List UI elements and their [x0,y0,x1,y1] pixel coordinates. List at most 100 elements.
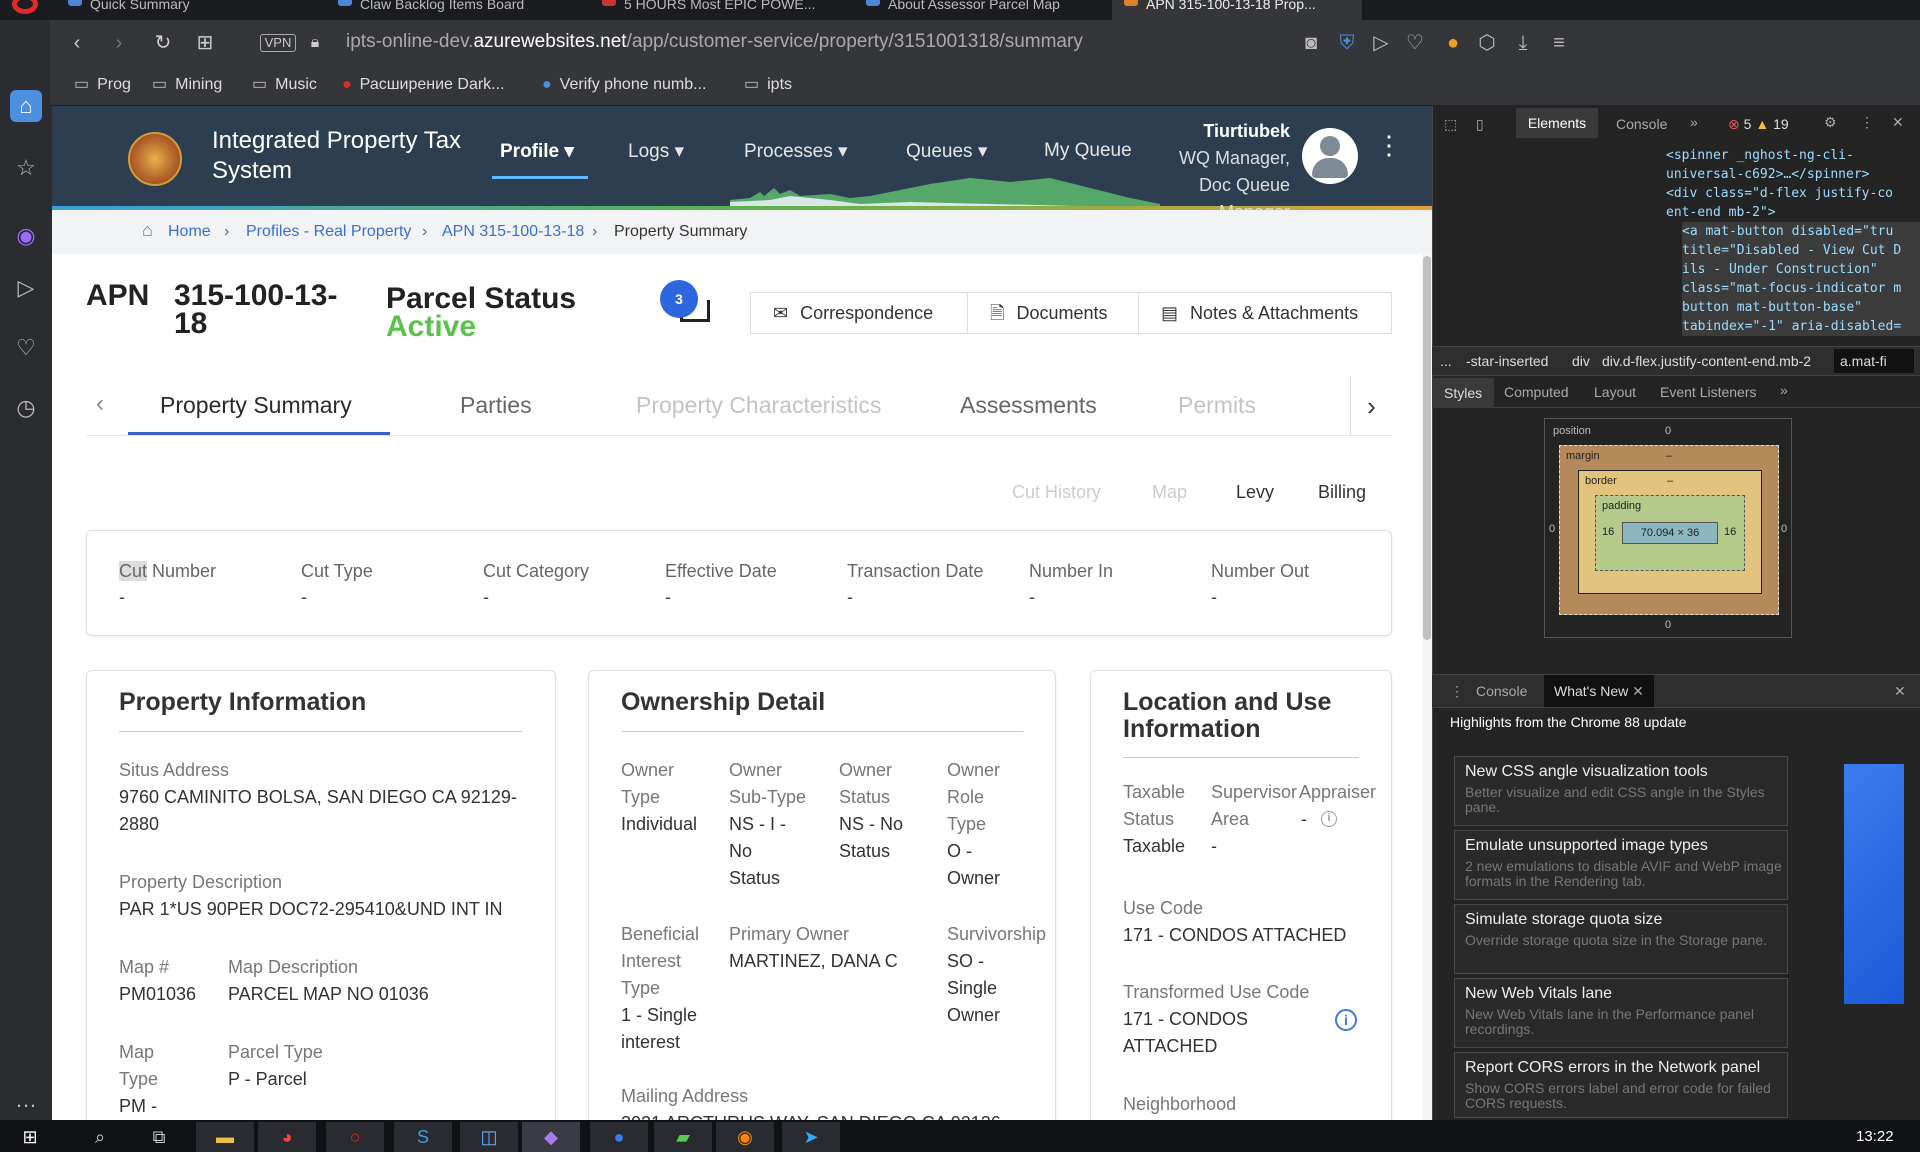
path-item[interactable]: ... [1440,353,1452,369]
drawer-menu-icon[interactable]: ⋮ [1450,683,1464,700]
chrome-icon[interactable]: ◕ [258,1122,316,1152]
star-icon[interactable]: ☆ [10,152,42,184]
path-item[interactable]: div [1572,353,1590,369]
chevron-right-icon[interactable]: › [1350,376,1392,436]
app-icon[interactable]: ▰ [654,1122,712,1152]
code-line-selected[interactable]: <a mat-button disabled="tru [1682,222,1920,241]
device-toggle-icon[interactable]: ▯ [1476,116,1484,133]
code-line-selected[interactable]: tabindex="-1" aria-disabled= [1682,317,1920,336]
vpn-badge[interactable]: VPN [260,34,296,52]
bookmark-folder[interactable]: ▭ Mining [152,72,222,98]
more-vert-icon[interactable]: ⋮ [1376,132,1402,170]
code-line[interactable]: <spinner _nghost-ng-cli- [1666,146,1854,165]
app-icon[interactable]: ● [590,1122,648,1152]
settings-gear-icon[interactable]: ⚙ [1824,114,1837,131]
subtab-billing[interactable]: Billing [1318,482,1366,503]
bookmark-folder[interactable]: ▭ Music [252,72,317,98]
app-icon[interactable]: ◫ [460,1122,518,1152]
whats-new-item[interactable]: Report CORS errors in the Network panel S… [1454,1052,1788,1118]
path-item[interactable]: div.d-flex.justify-content-end.mb-2 [1602,353,1811,369]
more-icon[interactable]: … [10,1084,42,1116]
code-line[interactable]: universal-c692>…</spinner> [1666,165,1870,184]
tab-parties[interactable]: Parties [460,392,532,419]
inspect-icon[interactable]: ⬚ [1444,116,1457,133]
correspondence-button[interactable]: ✉ Correspondence [750,292,968,334]
menu-logs[interactable]: Logs ▾ [628,140,684,163]
menu-processes[interactable]: Processes ▾ [744,140,848,163]
info-icon[interactable]: i [1335,1009,1357,1031]
browser-tab[interactable]: About Assessor Parcel Map [854,0,1104,20]
computed-tab[interactable]: Computed [1504,384,1569,400]
error-count[interactable]: ⊗ 5 ▲ 19 [1728,116,1789,133]
bookmark-folder[interactable]: ▭ ipts [744,72,792,98]
browser-tab[interactable]: Claw Backlog Items Board [326,0,576,20]
heart-icon[interactable]: ♡ [10,332,42,364]
more-tabs-icon[interactable]: » [1690,114,1698,130]
close-icon[interactable]: ✕ [1632,683,1644,699]
subtab-levy[interactable]: Levy [1236,482,1274,503]
page-scrollbar-thumb[interactable] [1423,256,1431,640]
breadcrumb-home[interactable]: Home [168,223,211,241]
heart-icon[interactable]: ♡ [1402,30,1428,56]
whats-new-item[interactable]: New Web Vitals lane New Web Vitals lane i… [1454,978,1788,1048]
whats-new-item[interactable]: Emulate unsupported image types 2 new emu… [1454,830,1788,900]
more-tabs-icon[interactable]: » [1780,382,1788,398]
layout-tab[interactable]: Layout [1594,384,1636,400]
menu-profile[interactable]: Profile ▾ [500,140,574,163]
history-icon[interactable]: ◷ [10,392,42,424]
url-text[interactable]: ipts-online-dev.azurewebsites.net/app/cu… [346,28,1083,56]
border-box[interactable]: border – padding 16 16 70.094 × 36 [1578,470,1762,594]
browser-tab[interactable]: Quick Summary [56,0,276,20]
avatar[interactable] [1302,128,1358,184]
player-icon[interactable]: ▷ [10,272,42,304]
content-size[interactable]: 70.094 × 36 [1622,522,1718,544]
devtools-tab-elements[interactable]: Elements [1516,108,1598,138]
code-line-selected[interactable]: button mat-button-base" [1682,298,1920,317]
subtab-map[interactable]: Map [1152,482,1187,503]
file-explorer-icon[interactable]: ▬ [196,1122,254,1152]
code-line[interactable]: <div class="d-flex justify-co [1666,184,1893,203]
padding-box[interactable]: padding 16 16 70.094 × 36 [1595,495,1745,571]
devtools-menu-icon[interactable]: ⋮ [1860,114,1874,131]
shield-icon[interactable]: ⛨ [1334,30,1360,56]
browser-tab-active[interactable]: APN 315-100-13-18 Prop... [1112,0,1362,20]
bookmark-link[interactable]: ● Verify phone numb... [542,72,706,98]
app-icon[interactable]: ◉ [716,1122,774,1152]
menu-queues[interactable]: Queues ▾ [906,140,987,163]
bookmark-link[interactable]: ● Расширение Dark... [342,72,505,98]
breadcrumb-apn[interactable]: APN 315-100-13-18 [442,223,584,241]
menu-my-queue[interactable]: My Queue [1044,140,1132,162]
code-line[interactable]: ent-end mb-2"> [1666,203,1776,222]
notes-attachments-button[interactable]: ▤ Notes & Attachments [1138,292,1392,334]
tab-permits[interactable]: Permits [1178,392,1256,419]
send-icon[interactable]: ▷ [1368,30,1394,56]
whats-new-item[interactable]: New CSS angle visualization tools Better … [1454,756,1788,826]
tab-property-summary[interactable]: Property Summary [160,392,352,419]
task-view-icon[interactable]: ⧉ [134,1122,184,1152]
styles-tab[interactable]: Styles [1432,378,1495,408]
info-icon[interactable]: i [1321,811,1337,827]
path-item[interactable]: -star-inserted [1466,353,1548,369]
reload-icon[interactable]: ↻ [150,30,176,56]
close-icon[interactable]: ✕ [1892,114,1904,131]
subtab-cut-history[interactable]: Cut History [1012,482,1101,503]
bulb-icon[interactable]: ● [1440,30,1466,56]
grid-icon[interactable]: ⊞ [192,30,218,56]
code-line-selected[interactable]: class="mat-focus-indicator m [1682,279,1920,298]
cube-icon[interactable]: ⬡ [1474,30,1500,56]
close-drawer-icon[interactable]: ✕ [1894,683,1906,700]
event-listeners-tab[interactable]: Event Listeners [1660,384,1757,400]
bookmark-folder[interactable]: ▭ Prog [74,72,131,98]
skype-icon[interactable]: S [394,1122,452,1152]
forward-icon[interactable]: › [106,30,132,56]
back-icon[interactable]: ‹ [64,30,90,56]
tab-property-characteristics[interactable]: Property Characteristics [636,392,881,419]
tab-assessments[interactable]: Assessments [960,392,1097,419]
opera-icon[interactable]: ○ [326,1122,384,1152]
browser-tab[interactable]: 5 HOURS Most EPIC POWE... [590,0,840,20]
download-icon[interactable]: ⤓ [1510,30,1536,56]
chevron-left-icon[interactable]: ‹ [96,390,104,418]
path-item-selected[interactable]: a.mat-fi [1834,349,1914,373]
search-icon[interactable]: ⌕ [70,1122,130,1152]
code-line-selected[interactable]: ils - Under Construction" [1682,260,1920,279]
